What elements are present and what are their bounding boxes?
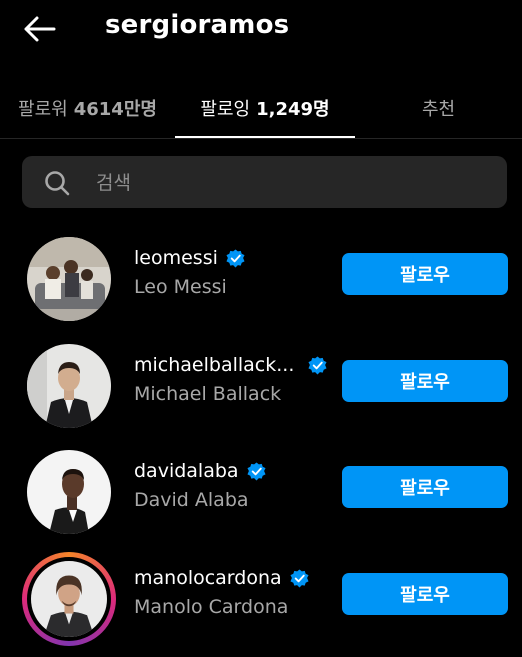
back-button[interactable] — [20, 12, 58, 46]
full-name: Manolo Cardona — [134, 596, 289, 618]
username-text: leomessi — [134, 247, 218, 269]
tab-count: 4614만명 — [73, 99, 157, 120]
full-name: Michael Ballack — [134, 383, 282, 405]
full-name: David Alaba — [134, 489, 249, 511]
list-item[interactable]: manolocardona Manolo Cardona 팔로우 — [0, 546, 522, 652]
follow-button[interactable]: 팔로우 — [342, 360, 508, 402]
avatar[interactable] — [27, 450, 111, 534]
full-name: Leo Messi — [134, 276, 227, 298]
username[interactable]: manolocardona — [134, 564, 309, 592]
list-item[interactable]: leomessi Leo Messi 팔로우 — [0, 226, 522, 332]
username[interactable]: davidalaba — [134, 457, 266, 485]
tab-label: 팔로잉 — [200, 99, 251, 120]
verified-badge-icon — [308, 355, 327, 375]
avatar[interactable] — [27, 237, 111, 321]
avatar[interactable] — [27, 344, 111, 428]
username-text: michaelballack... — [134, 354, 295, 376]
verified-badge-icon — [247, 461, 266, 481]
username-text: manolocardona — [134, 567, 282, 589]
list-item[interactable]: davidalaba David Alaba 팔로우 — [0, 439, 522, 545]
user-info: manolocardona Manolo Cardona — [134, 564, 309, 618]
user-info: michaelballack... Michael Ballack — [134, 351, 327, 405]
follow-button[interactable]: 팔로우 — [342, 573, 508, 615]
user-info: davidalaba David Alaba — [134, 457, 266, 511]
verified-badge-icon — [290, 568, 309, 588]
follow-button[interactable]: 팔로우 — [342, 253, 508, 295]
tab-followers[interactable]: 팔로워 4614만명 — [0, 78, 175, 138]
user-info: leomessi Leo Messi — [134, 244, 245, 298]
tab-label: 추천 — [421, 99, 456, 120]
username[interactable]: leomessi — [134, 244, 245, 272]
active-tab-indicator — [175, 136, 355, 138]
search-input[interactable] — [94, 156, 498, 210]
tab-following[interactable]: 팔로잉 1,249명 — [175, 78, 355, 138]
search-bar — [22, 156, 507, 210]
arrow-left-icon — [24, 16, 56, 42]
verified-badge-icon — [226, 248, 245, 268]
username[interactable]: michaelballack... — [134, 351, 327, 379]
tab-label: 팔로워 — [18, 99, 68, 120]
tab-suggested[interactable]: 추천 — [355, 78, 522, 138]
search-icon — [45, 171, 70, 196]
username-text: davidalaba — [134, 460, 239, 482]
header: sergioramos — [0, 0, 522, 58]
list-item[interactable]: michaelballack... Michael Ballack 팔로우 — [0, 333, 522, 439]
follow-button[interactable]: 팔로우 — [342, 466, 508, 508]
page-title: sergioramos — [105, 10, 290, 40]
tab-bar: 팔로워 4614만명 팔로잉 1,249명 추천 — [0, 78, 522, 139]
avatar-story-ring[interactable] — [22, 552, 116, 646]
tab-count: 1,249명 — [256, 99, 330, 120]
